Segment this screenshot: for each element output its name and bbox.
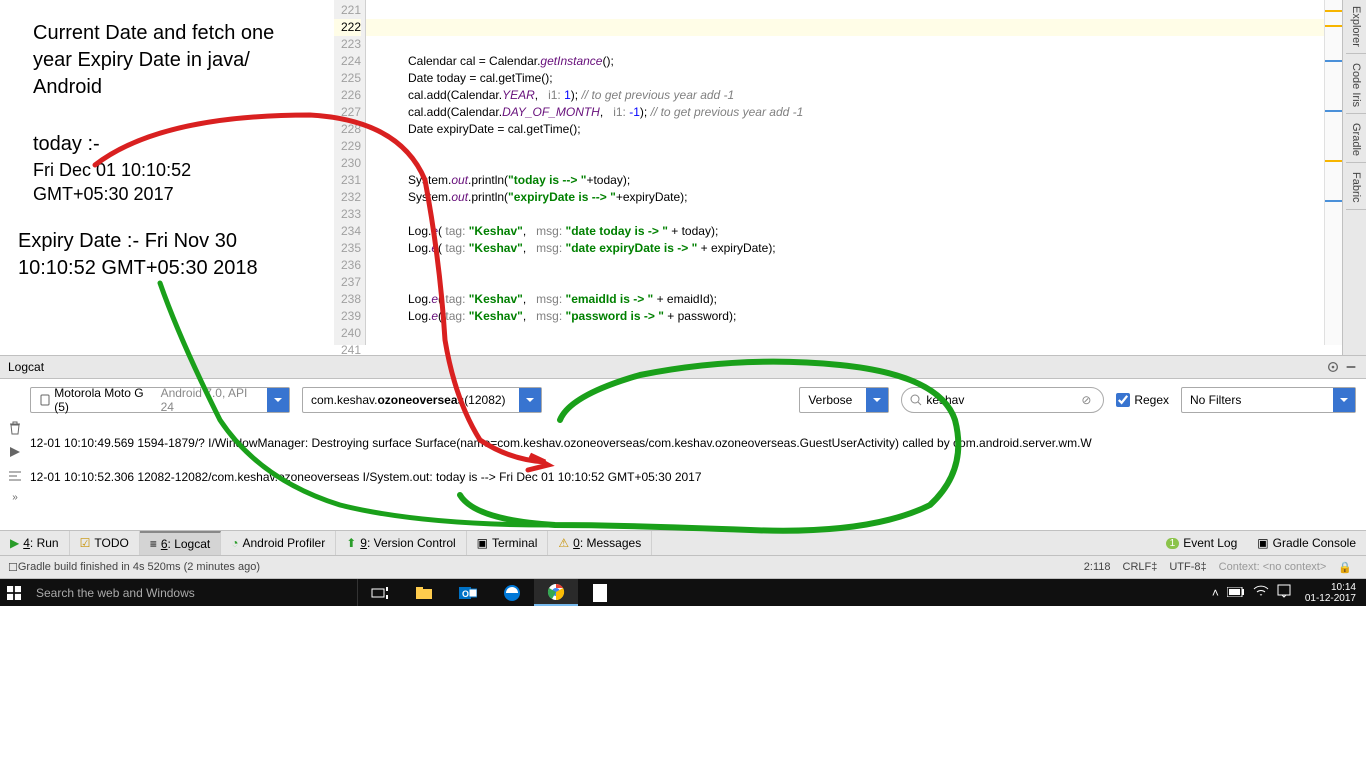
search-icon xyxy=(910,394,922,406)
battery-icon[interactable] xyxy=(1227,586,1245,600)
gear-icon[interactable] xyxy=(1326,360,1340,374)
logcat-header: Logcat xyxy=(0,355,1366,379)
editor-minimap[interactable] xyxy=(1324,0,1342,345)
lock-icon: 🔒 xyxy=(1332,561,1358,574)
clock[interactable]: 10:14 01-12-2017 xyxy=(1299,582,1362,604)
regex-checkbox[interactable]: Regex xyxy=(1116,393,1169,407)
line-ending[interactable]: CRLF‡ xyxy=(1117,561,1164,573)
encoding[interactable]: UTF-8‡ xyxy=(1163,561,1212,573)
editor-code[interactable]: Calendar cal = Calendar.getInstance(); D… xyxy=(366,0,1324,345)
outlook-icon[interactable]: O xyxy=(446,579,490,606)
tab-terminal[interactable]: ▣Terminal xyxy=(467,531,549,555)
svg-text:O: O xyxy=(462,589,469,599)
right-tab-explorer[interactable]: Explorer xyxy=(1346,0,1366,54)
tab-eventlog[interactable]: 1Event Log xyxy=(1156,536,1248,550)
logcat-title: Logcat xyxy=(8,360,44,374)
document-icon[interactable] xyxy=(578,579,622,606)
loglevel-dropdown[interactable]: Verbose xyxy=(799,387,889,413)
logcat-toolbar: Motorola Moto G (5) Android 7.0, API 24 … xyxy=(30,383,1356,417)
chrome-icon[interactable] xyxy=(534,579,578,606)
taskbar-search[interactable]: Search the web and Windows xyxy=(28,579,358,606)
wifi-icon[interactable] xyxy=(1253,585,1269,600)
chevron-down-icon xyxy=(267,388,289,412)
tab-todo[interactable]: ☑TODO xyxy=(70,531,140,555)
windows-icon xyxy=(7,586,21,600)
right-tab-fabric[interactable]: Fabric xyxy=(1346,166,1366,210)
tab-run[interactable]: ▶4: Run xyxy=(0,531,70,555)
tab-logcat[interactable]: ≡6: Logcat xyxy=(140,531,221,555)
start-button[interactable] xyxy=(0,579,28,606)
cursor-position: 2:118 xyxy=(1078,561,1117,573)
annotation-panel: Current Date and fetch one year Expiry D… xyxy=(8,0,333,345)
explorer-icon[interactable] xyxy=(402,579,446,606)
logcat-search-input[interactable] xyxy=(926,393,1081,407)
code-editor[interactable]: 221 222 223 224 225 226 227 228 229 230 … xyxy=(334,0,1342,345)
tab-messages[interactable]: ⚠0: Messages xyxy=(548,531,652,555)
blank-area xyxy=(0,606,1366,768)
expand-icon[interactable]: » xyxy=(12,492,18,503)
annotation-title: Current Date and fetch one year Expiry D… xyxy=(33,20,318,101)
annotation-expiry: Expiry Date :- Fri Nov 30 10:10:52 GMT+0… xyxy=(18,228,318,282)
hide-icon[interactable] xyxy=(1344,360,1358,374)
right-tab-gradle[interactable]: Gradle xyxy=(1346,117,1366,163)
filter-dropdown[interactable]: No Filters xyxy=(1181,387,1356,413)
tab-gradleconsole[interactable]: ▣Gradle Console xyxy=(1247,536,1366,550)
log-row: 12-01 10:10:52.306 12082-12082/com.kesha… xyxy=(30,469,1356,486)
taskview-icon[interactable] xyxy=(358,579,402,606)
logcat-output[interactable]: 12-01 10:10:49.569 1594-1879/? I/WindowM… xyxy=(30,418,1356,504)
wrap-icon[interactable] xyxy=(7,468,23,484)
tray-chevron-icon[interactable]: ˄ xyxy=(1212,586,1219,600)
tab-profiler[interactable]: ◔Android Profiler xyxy=(221,531,336,555)
context-label: Context: <no context> xyxy=(1213,561,1333,573)
logcat-search[interactable]: ⊘ xyxy=(901,387,1104,413)
right-toolbar: Explorer Code Iris Gradle Fabric xyxy=(1342,0,1366,355)
trash-icon[interactable] xyxy=(7,420,23,436)
annotation-today-label: today :- xyxy=(33,131,128,158)
chevron-down-icon xyxy=(519,388,541,412)
log-row: 12-01 10:10:52.306 12082-12082/com.kesha… xyxy=(30,503,1356,504)
system-tray[interactable]: ˄ 10:14 01-12-2017 xyxy=(1212,579,1366,606)
phone-icon xyxy=(39,394,51,406)
device-dropdown[interactable]: Motorola Moto G (5) Android 7.0, API 24 xyxy=(30,387,290,413)
clear-icon[interactable]: ⊘ xyxy=(1081,393,1095,407)
annotation-today-value: Fri Dec 01 10:10:52 GMT+05:30 2017 xyxy=(33,158,233,207)
logcat-side-toolbar: » xyxy=(4,420,26,503)
app-dropdown[interactable]: com.keshav.ozoneoverseas (12082) xyxy=(302,387,542,413)
right-tab-codeiris[interactable]: Code Iris xyxy=(1346,57,1366,114)
status-bar: ☐ Gradle build finished in 4s 520ms (2 m… xyxy=(0,556,1366,579)
windows-taskbar: Search the web and Windows O ˄ 10:14 01-… xyxy=(0,579,1366,606)
tab-vcs[interactable]: ⬆9: Version Control xyxy=(336,531,466,555)
log-row: 12-01 10:10:49.569 1594-1879/? I/WindowM… xyxy=(30,435,1356,452)
editor-gutter: 221 222 223 224 225 226 227 228 229 230 … xyxy=(334,0,366,345)
edge-icon[interactable] xyxy=(490,579,534,606)
notification-icon[interactable] xyxy=(1277,584,1291,601)
scroll-end-icon[interactable] xyxy=(7,444,23,460)
bottom-tool-tabs: ▶4: Run ☑TODO ≡6: Logcat ◔Android Profil… xyxy=(0,530,1366,556)
status-message: Gradle build finished in 4s 520ms (2 min… xyxy=(18,561,1078,573)
chevron-down-icon xyxy=(1333,388,1355,412)
chevron-down-icon xyxy=(866,388,888,412)
